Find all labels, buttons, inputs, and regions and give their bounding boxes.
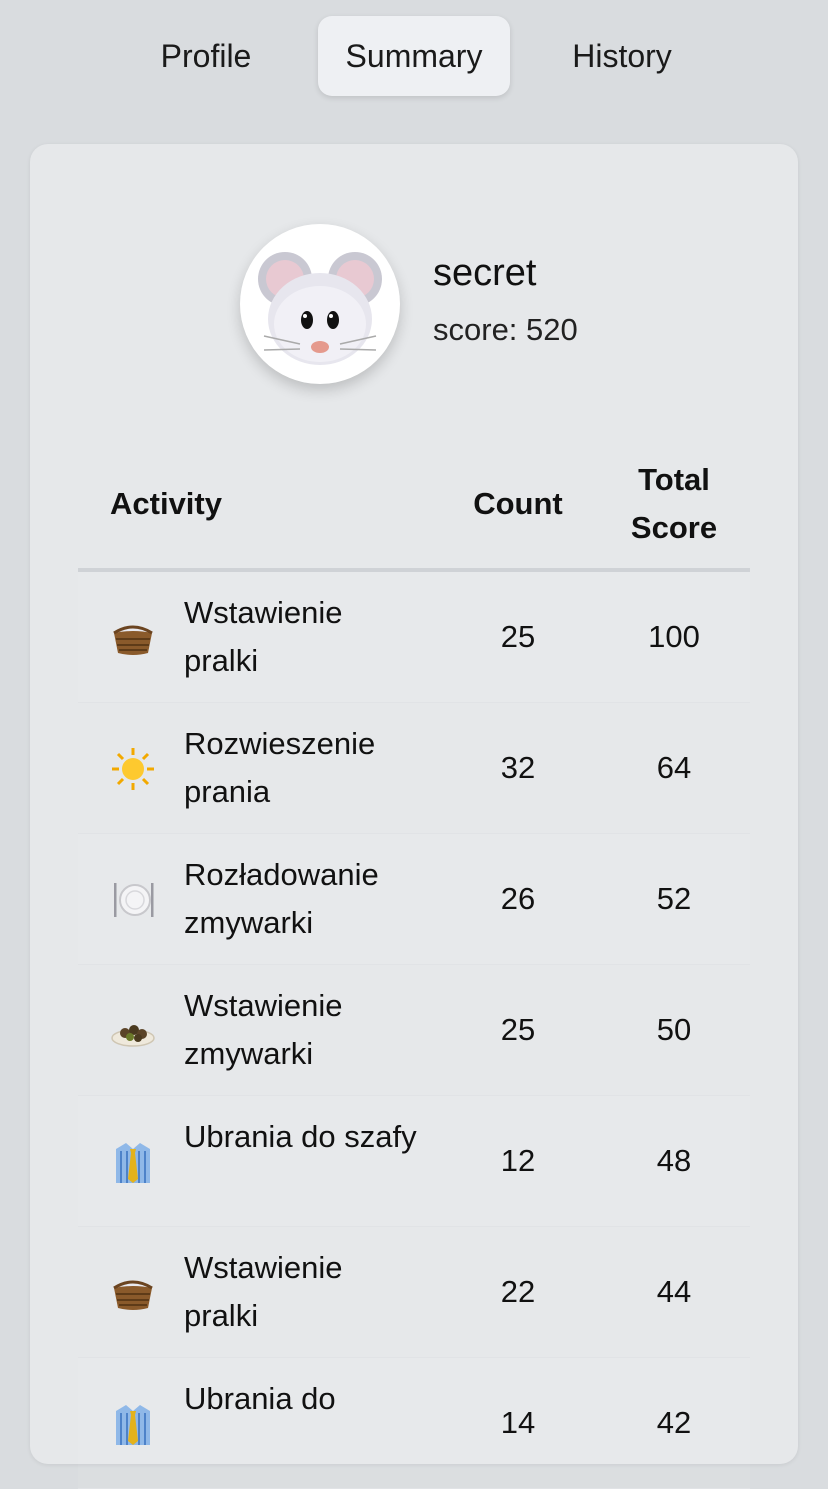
table-body: Wstawienie pralki 25 100 Rozwieszenie pr… [78, 572, 750, 1489]
summary-card: secret score: 520 Activity Count Total S… [30, 144, 798, 1489]
activity-count: 26 [500, 881, 536, 916]
activity-total: 48 [656, 1143, 692, 1178]
header-total-score: Total Score [614, 456, 734, 552]
table-row: Wstawienie pralki 22 44 [78, 1227, 750, 1358]
activity-count: 32 [500, 750, 536, 785]
tab-profile[interactable]: Profile [110, 16, 302, 96]
activity-total: 100 [648, 619, 700, 654]
shirt-tie-icon [116, 1143, 150, 1183]
activity-count: 12 [500, 1143, 536, 1178]
activity-name: Rozwieszenie prania [184, 726, 376, 809]
activity-count: 14 [500, 1405, 536, 1440]
activity-name: Ubrania do szafy [184, 1119, 417, 1154]
activity-name: Wstawienie pralki [184, 1250, 343, 1333]
activity-count: 22 [500, 1274, 536, 1309]
table-row: Ubrania do szafy 12 48 [78, 1096, 750, 1227]
activity-total: 52 [656, 881, 692, 916]
table-row: Wstawienie zmywarki 25 50 [78, 965, 750, 1096]
plate-cutlery-icon [114, 883, 154, 917]
basket-icon [113, 1280, 153, 1310]
activity-name: Wstawienie pralki [184, 595, 343, 678]
tab-bar: Profile Summary History [0, 16, 828, 96]
header-activity: Activity [110, 486, 222, 521]
activity-count: 25 [500, 619, 536, 654]
activity-total: 64 [656, 750, 692, 785]
activity-total: 50 [656, 1012, 692, 1047]
user-score: score: 520 [433, 312, 578, 347]
table-row: Rozwieszenie prania 32 64 [78, 703, 750, 834]
dish-food-icon [111, 1025, 155, 1047]
tab-summary[interactable]: Summary [318, 16, 510, 96]
activity-name: Wstawienie zmywarki [184, 988, 343, 1071]
mouse-avatar-icon [258, 252, 382, 365]
activity-table: Activity Count Total Score Wstawienie pr… [78, 454, 750, 1489]
table-row: Ubrania do 14 42 [78, 1358, 750, 1489]
activity-total: 42 [656, 1405, 692, 1440]
avatar [240, 224, 400, 384]
activity-count: 25 [500, 1012, 536, 1047]
username: secret [433, 252, 537, 294]
basket-icon [113, 625, 153, 655]
tab-history[interactable]: History [526, 16, 718, 96]
table-row: Wstawienie pralki 25 100 [78, 572, 750, 703]
activity-name: Rozładowanie zmywarki [184, 857, 379, 940]
header-total-line1: Total [638, 462, 710, 497]
header-count: Count [473, 486, 563, 521]
header-total-line2: Score [630, 510, 718, 545]
table-row: Rozładowanie zmywarki 26 52 [78, 834, 750, 965]
sun-icon [112, 748, 154, 790]
activity-name: Ubrania do [184, 1381, 336, 1416]
table-header: Activity Count Total Score [78, 454, 750, 572]
activity-total: 44 [656, 1274, 692, 1309]
shirt-tie-icon [116, 1405, 150, 1445]
